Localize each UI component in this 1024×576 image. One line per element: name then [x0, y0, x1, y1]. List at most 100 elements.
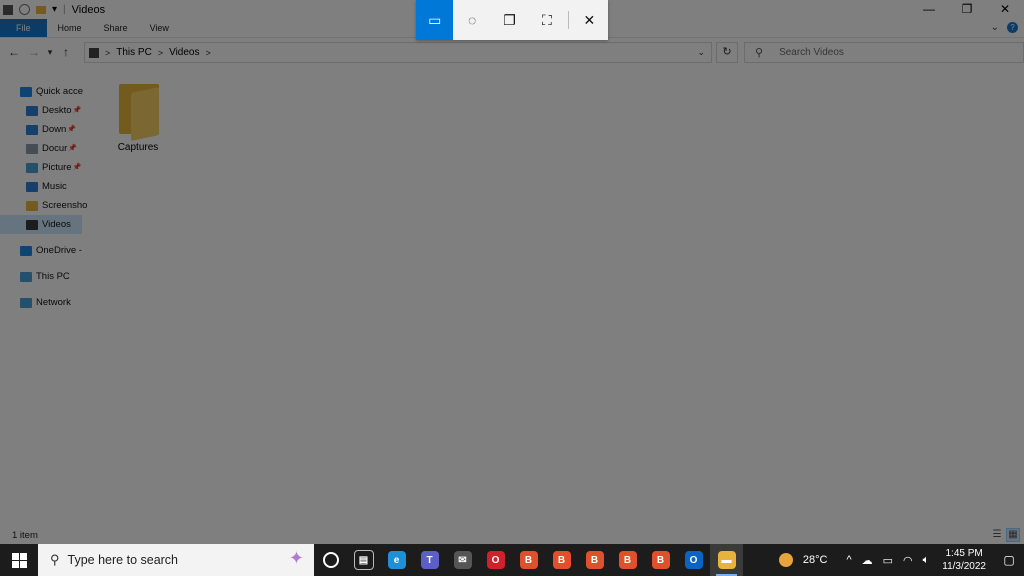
- address-bar[interactable]: > This PC > Videos > ⌄: [84, 42, 712, 63]
- sidebar-item-desktop[interactable]: Deskto 📌: [26, 101, 81, 120]
- taskbar-app-edge[interactable]: e: [380, 544, 413, 576]
- taskbar-search-box[interactable]: ⚲ Type here to search ✦: [38, 544, 314, 576]
- content-area: Captures: [82, 66, 1024, 526]
- back-button[interactable]: ←: [4, 45, 24, 59]
- tab-home[interactable]: Home: [47, 19, 93, 37]
- videos-location-icon: [89, 47, 99, 58]
- sidebar-item-folder[interactable]: Screensho: [26, 196, 87, 215]
- breadcrumb-separator[interactable]: >: [206, 48, 211, 58]
- recent-locations-button[interactable]: ▾: [44, 47, 56, 58]
- breadcrumb-this-pc[interactable]: This PC: [116, 47, 152, 58]
- large-icons-view-icon[interactable]: ▦: [1006, 528, 1020, 542]
- fullscreen-snip-button[interactable]: ⛶: [528, 0, 565, 40]
- weather-icon[interactable]: [778, 553, 793, 567]
- folder-icon: [117, 80, 159, 141]
- sidebar-item-network[interactable]: Network: [20, 293, 71, 312]
- videos-icon: [26, 219, 38, 230]
- sidebar-item-this-pc[interactable]: This PC: [20, 267, 70, 286]
- sidebar-item-videos[interactable]: Videos: [0, 215, 82, 234]
- sidebar-item-music[interactable]: Music: [26, 177, 67, 196]
- brave-1-icon: B: [519, 551, 538, 569]
- file-explorer-icon: ▬: [717, 551, 736, 569]
- pin-icon: 📌: [72, 107, 82, 114]
- help-icon[interactable]: ?: [1007, 22, 1018, 33]
- cortana-icon: [322, 552, 339, 568]
- folder-name: Captures: [117, 142, 159, 153]
- brave-4-icon: B: [618, 551, 637, 569]
- window-snip-button[interactable]: ❐: [491, 0, 528, 40]
- pictures-icon: [26, 162, 38, 173]
- sidebar-item-label: OneDrive -: [36, 245, 82, 256]
- pin-icon: 📌: [67, 126, 77, 133]
- sidebar-item-documents[interactable]: Docur 📌: [26, 139, 77, 158]
- breadcrumb-videos[interactable]: Videos: [169, 47, 199, 58]
- taskbar-app-mail[interactable]: ✉: [446, 544, 479, 576]
- rectangular-snip-button[interactable]: ▭: [416, 0, 454, 40]
- search-box[interactable]: ⚲ Search Videos: [744, 42, 1024, 63]
- taskbar-app-brave-5[interactable]: B: [644, 544, 677, 576]
- close-button[interactable]: ✕: [986, 0, 1024, 19]
- taskbar-app-brave-4[interactable]: B: [611, 544, 644, 576]
- sidebar-item-label: This PC: [36, 271, 70, 282]
- sidebar-item-label: Network: [36, 297, 71, 308]
- battery-icon[interactable]: ▭: [883, 554, 893, 567]
- windows-logo-icon: [11, 552, 27, 568]
- minimize-button[interactable]: —: [910, 0, 948, 19]
- taskbar-app-file-explorer[interactable]: ▬: [710, 544, 743, 576]
- address-dropdown-icon[interactable]: ⌄: [697, 47, 705, 58]
- restore-button[interactable]: ❐: [948, 0, 986, 19]
- tab-share[interactable]: Share: [93, 19, 139, 37]
- close-snip-button[interactable]: ✕: [571, 0, 608, 40]
- freeform-snip-button[interactable]: ◌: [453, 0, 490, 40]
- tab-file[interactable]: File: [0, 19, 47, 37]
- folder-item-captures[interactable]: Captures: [110, 80, 166, 153]
- app-icon: [3, 4, 13, 15]
- brave-3-icon: B: [585, 551, 604, 569]
- pin-icon: 📌: [68, 145, 78, 152]
- taskbar-app-outlook[interactable]: O: [677, 544, 710, 576]
- weather-temperature[interactable]: 28°C: [803, 554, 828, 566]
- cortana-button[interactable]: [314, 544, 347, 576]
- item-count: 1 item: [12, 530, 38, 541]
- notification-icon[interactable]: ▢: [994, 553, 1024, 567]
- music-icon: [26, 181, 38, 192]
- documents-icon: [26, 143, 38, 154]
- taskbar-app-brave-2[interactable]: B: [545, 544, 578, 576]
- breadcrumb-separator[interactable]: >: [158, 48, 163, 58]
- file-explorer-window: ▾ | Videos — ❐ ✕ File Home Share View ⌄ …: [0, 0, 1024, 544]
- sidebar-item-star[interactable]: Quick acce: [20, 82, 83, 101]
- tab-view[interactable]: View: [139, 19, 180, 37]
- taskbar-app-teams[interactable]: T: [413, 544, 446, 576]
- new-folder-icon[interactable]: [36, 5, 46, 14]
- quick-access-toolbar: ▾ |: [0, 4, 66, 15]
- sidebar-item-download[interactable]: Down 📌: [26, 120, 76, 139]
- navigation-pane: Quick acce Deskto 📌 Down 📌 Docur 📌 Picture 📌 Musi…: [0, 80, 87, 550]
- sidebar-item-label: Videos: [42, 219, 71, 230]
- refresh-button[interactable]: ↻: [716, 42, 738, 63]
- sidebar-item-label: Picture: [42, 162, 72, 173]
- sidebar-item-pictures[interactable]: Picture 📌: [26, 158, 81, 177]
- taskbar-app-brave-1[interactable]: B: [512, 544, 545, 576]
- title-separator: |: [63, 4, 66, 15]
- clock[interactable]: 1:45 PM 11/3/2022: [942, 547, 986, 573]
- onedrive-icon: [20, 245, 32, 256]
- properties-icon[interactable]: [19, 4, 30, 15]
- show-hidden-icons-button[interactable]: ^: [846, 554, 851, 566]
- forward-button[interactable]: →: [24, 45, 44, 59]
- details-view-icon[interactable]: ☰: [990, 528, 1004, 542]
- task-view-icon: ▤: [353, 550, 374, 570]
- breadcrumb-separator[interactable]: >: [105, 48, 110, 58]
- sidebar-item-label: Music: [42, 181, 67, 192]
- customize-quick-access-icon[interactable]: ▾: [52, 4, 57, 15]
- wifi-icon[interactable]: ◠: [903, 554, 913, 567]
- expand-ribbon-icon[interactable]: ⌄: [991, 19, 999, 37]
- taskbar-app-brave-3[interactable]: B: [578, 544, 611, 576]
- taskbar-apps: ▤ e T ✉ O B B B B B O ▬: [347, 544, 743, 576]
- taskbar-app-opera[interactable]: O: [479, 544, 512, 576]
- up-button[interactable]: ↑: [56, 45, 76, 59]
- onedrive-icon[interactable]: ☁: [862, 554, 873, 567]
- sidebar-item-onedrive[interactable]: OneDrive -: [20, 241, 82, 260]
- volume-icon[interactable]: 🔈︎: [923, 554, 930, 567]
- taskbar-app-task-view[interactable]: ▤: [347, 544, 380, 576]
- start-button[interactable]: [0, 544, 38, 576]
